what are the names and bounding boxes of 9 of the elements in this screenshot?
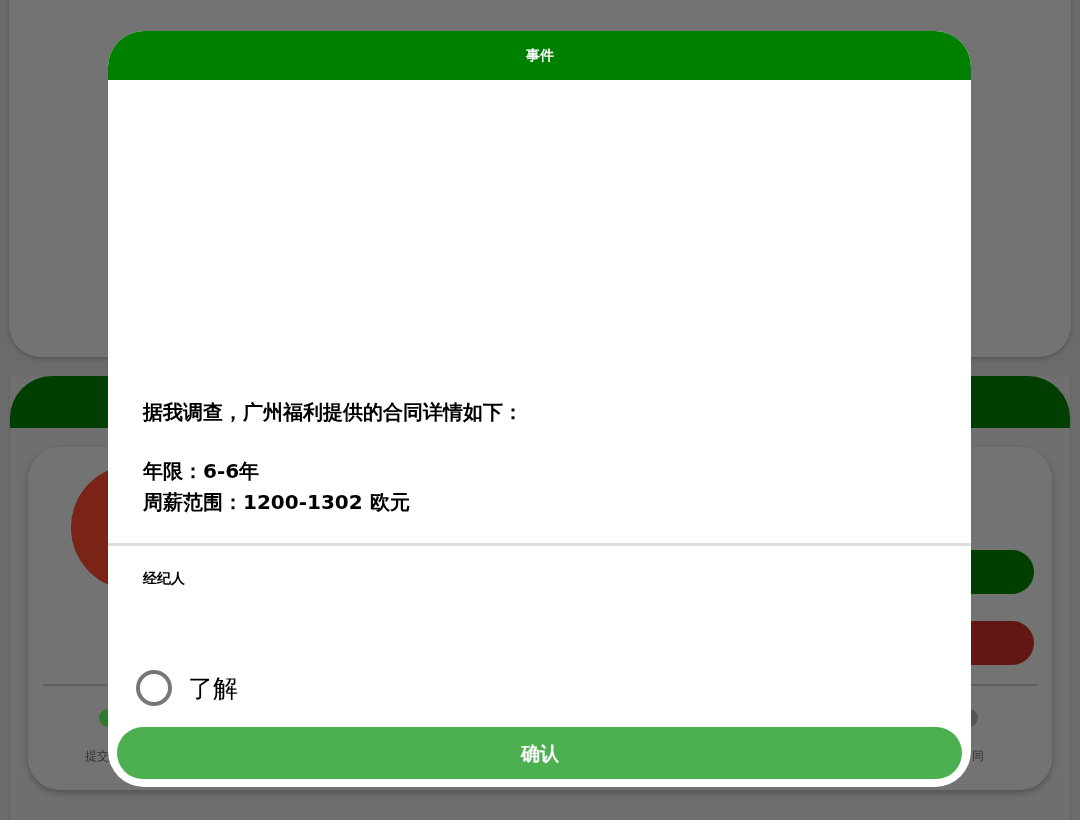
- step-label: 提交: [85, 748, 109, 765]
- radio-button[interactable]: [136, 670, 172, 707]
- radio-option[interactable]: 了解: [136, 669, 936, 707]
- dialog-message: 据我调查，广州福利提供的合同详情如下：: [143, 399, 524, 426]
- section-label: 经纪人: [143, 569, 186, 588]
- dialog-title: 事件: [525, 46, 554, 65]
- step-label: 同: [972, 748, 984, 765]
- detail-line: 周薪范围：1200-1302 欧元: [143, 489, 411, 516]
- detail-line: 年限：6-6年: [143, 458, 261, 485]
